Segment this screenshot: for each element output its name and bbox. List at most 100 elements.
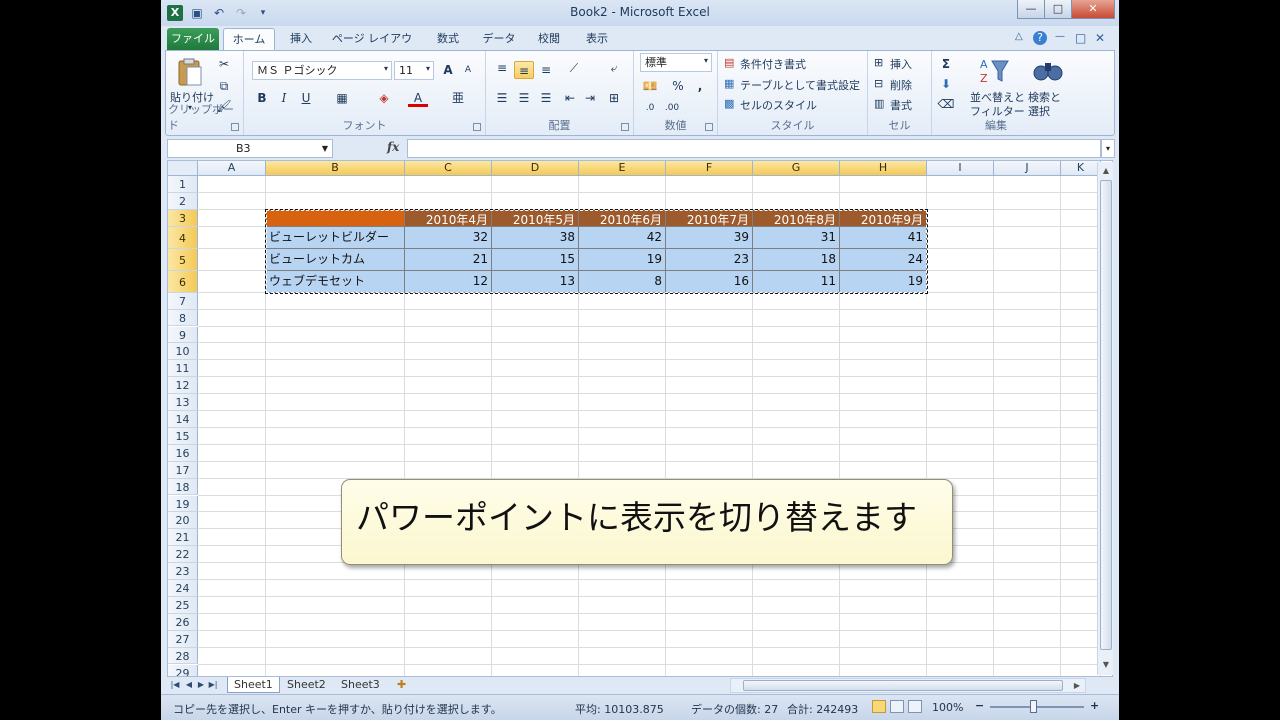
column-header-j[interactable]: J [994,161,1061,176]
workbook-minimize-icon[interactable]: — [1055,31,1065,42]
clipboard-launcher-icon[interactable] [231,123,239,131]
row-header-23[interactable]: 23 [168,563,198,580]
help-icon[interactable]: ? [1033,31,1047,45]
row-header-20[interactable]: 20 [168,512,198,530]
row-header-4[interactable]: 4 [168,226,198,249]
row-header-25[interactable]: 25 [168,596,198,614]
insert-cells-button[interactable]: 挿入 [890,56,912,72]
next-sheet-icon[interactable]: ▶ [195,679,207,691]
row-header-28[interactable]: 28 [168,647,198,665]
decrease-indent-icon[interactable]: ⇤ [560,89,580,107]
zoom-out-button[interactable]: − [975,699,984,712]
italic-button[interactable]: I [274,89,294,107]
row-header-24[interactable]: 24 [168,580,198,597]
format-as-table-button[interactable]: テーブルとして書式設定 [740,77,860,93]
formula-input[interactable] [407,139,1101,158]
copy-icon[interactable]: ⧉ [214,77,234,95]
decrease-decimal-icon[interactable]: .00 [662,99,682,117]
name-box[interactable]: B3 ▼ [167,139,333,158]
phonetic-icon[interactable]: 亜 [448,89,468,107]
row-header-22[interactable]: 22 [168,546,198,564]
last-sheet-icon[interactable]: ▶| [207,679,219,691]
tab-view[interactable]: 表示 [575,28,619,50]
insert-function-button[interactable]: fx [387,140,399,154]
row-header-29[interactable]: 29 [168,664,198,676]
underline-button[interactable]: U [296,89,316,107]
row-header-6[interactable]: 6 [168,270,198,293]
number-format-select[interactable]: 標準 [640,53,712,72]
autosum-button[interactable]: Σ [936,55,956,73]
row-header-14[interactable]: 14 [168,411,198,428]
increase-indent-icon[interactable]: ⇥ [580,89,600,107]
align-center-icon[interactable]: ☰ [514,89,534,107]
currency-icon[interactable]: 💴 [640,77,660,95]
vertical-scrollbar[interactable]: ▲ ▼ [1097,162,1113,675]
tab-file[interactable]: ファイル [167,28,219,50]
tab-formulas[interactable]: 数式 [427,28,469,50]
zoom-slider[interactable] [990,706,1084,708]
font-size-dropdown-icon[interactable]: ▾ [426,64,430,73]
merge-center-icon[interactable]: ⊞ [604,89,624,107]
comma-button[interactable]: , [690,77,710,95]
align-middle-icon[interactable]: ≡ [514,61,534,79]
sheet-tab-sheet2[interactable]: Sheet2 [281,677,332,693]
column-header-i[interactable]: I [927,161,994,176]
scroll-right-icon[interactable]: ▶ [1071,679,1083,693]
cell-styles-button[interactable]: セルのスタイル [740,97,817,113]
tab-page-layout[interactable]: ページ レイアウト [329,28,415,66]
row-header-10[interactable]: 10 [168,343,198,361]
vertical-scroll-thumb[interactable] [1100,180,1112,650]
maximize-button[interactable]: □ [1044,0,1072,19]
number-format-dropdown-icon[interactable]: ▾ [704,56,708,65]
horizontal-scrollbar[interactable]: ▶ [730,678,1086,693]
row-header-2[interactable]: 2 [168,192,198,210]
row-header-11[interactable]: 11 [168,360,198,378]
align-right-icon[interactable]: ☰ [536,89,556,107]
percent-button[interactable]: % [668,77,688,95]
horizontal-scroll-thumb[interactable] [743,680,1063,691]
align-left-icon[interactable]: ☰ [492,89,512,107]
column-header-c[interactable]: C [405,161,492,176]
tab-home[interactable]: ホーム [223,28,275,50]
row-header-18[interactable]: 18 [168,478,198,496]
row-header-13[interactable]: 13 [168,394,198,411]
minimize-ribbon-icon[interactable]: △ [1015,31,1023,42]
row-header-12[interactable]: 12 [168,377,198,395]
zoom-level[interactable]: 100% [932,701,963,714]
normal-view-icon[interactable] [872,700,886,713]
zoom-slider-knob[interactable] [1030,700,1037,713]
conditional-format-button[interactable]: 条件付き書式 [740,56,806,72]
column-header-e[interactable]: E [579,161,666,176]
cut-icon[interactable]: ✂ [214,55,234,73]
tab-data[interactable]: データ [475,28,523,50]
format-cells-button[interactable]: 書式 [890,97,912,113]
find-select-icon[interactable] [1032,55,1064,87]
expand-formula-icon[interactable]: ▾ [1101,139,1115,158]
row-header-21[interactable]: 21 [168,529,198,547]
row-header-19[interactable]: 19 [168,495,198,513]
row-header-17[interactable]: 17 [168,461,198,479]
close-button[interactable]: ✕ [1071,0,1115,19]
row-header-15[interactable]: 15 [168,427,198,445]
column-header-h[interactable]: H [840,161,927,176]
column-header-f[interactable]: F [666,161,753,176]
font-color-button[interactable]: A [408,89,428,107]
scroll-down-icon[interactable]: ▼ [1100,658,1112,672]
minimize-button[interactable]: — [1017,0,1045,19]
worksheet-grid[interactable]: ABCDEFGHIJK 1 2 3 4 5 6 7 8 9 10 11 12 13 14 15 16 17 18 1… [167,160,1113,677]
column-header-g[interactable]: G [753,161,840,176]
first-sheet-icon[interactable]: |◀ [169,679,181,691]
sheet-tab-sheet1[interactable]: Sheet1 [227,677,280,693]
row-header-27[interactable]: 27 [168,630,198,648]
tab-insert[interactable]: 挿入 [279,28,323,50]
fill-color-icon[interactable]: ◈ [374,89,394,107]
column-header-k[interactable]: K [1061,161,1101,176]
sheet-tab-sheet3[interactable]: Sheet3 [335,677,386,693]
name-box-dropdown-icon[interactable]: ▼ [322,140,328,157]
column-header-a[interactable]: A [198,161,266,176]
row-header-5[interactable]: 5 [168,248,198,271]
shrink-font-icon[interactable]: A [458,61,478,79]
fill-icon[interactable]: ⬇ [936,75,956,93]
sort-filter-icon[interactable]: AZ [978,55,1010,87]
font-name-select[interactable]: ＭＳ Ｐゴシック [252,61,392,80]
